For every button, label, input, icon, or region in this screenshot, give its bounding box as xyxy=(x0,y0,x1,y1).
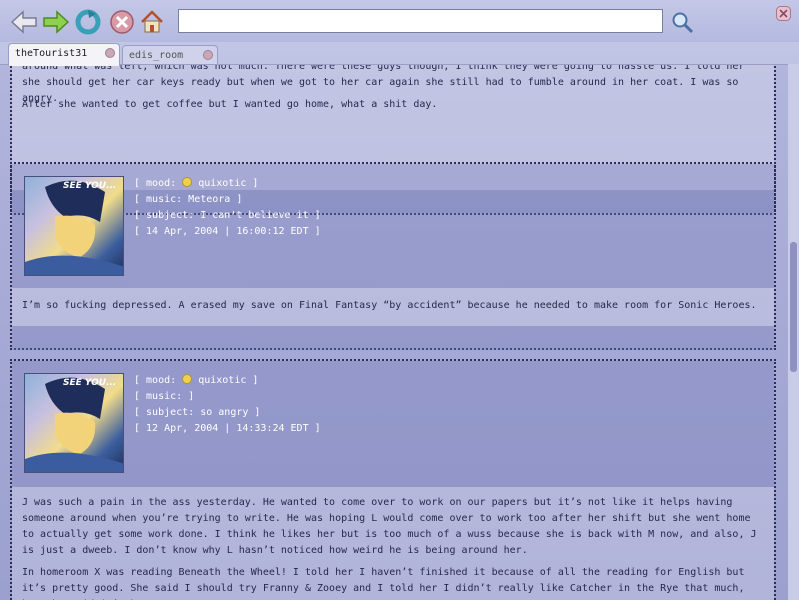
smiley-icon xyxy=(182,177,193,187)
entry-footer-band xyxy=(12,326,774,350)
entry-paragraph: In homeroom X was reading Beneath the Wh… xyxy=(22,567,745,600)
music-line: [ music: ] xyxy=(134,391,195,402)
smiley-icon xyxy=(182,374,193,384)
browser-toolbar xyxy=(0,0,799,42)
journal-entry: SEE YOU... [ mood: quixotic ] [ music: ]… xyxy=(10,359,776,600)
subject-line: [ subject: so angry ] xyxy=(134,407,261,418)
mood-line: [ mood: quixotic ] xyxy=(134,373,321,389)
date-line: [ 12 Apr, 2004 | 14:33:24 EDT ] xyxy=(134,423,321,434)
journal-entry: SEE YOU... [ mood: quixotic ] [ music: M… xyxy=(10,162,776,350)
url-input[interactable] xyxy=(178,9,663,33)
reload-icon[interactable] xyxy=(74,8,102,36)
music-line: [ music: Meteora ] xyxy=(134,194,243,205)
tab-close-icon[interactable] xyxy=(105,48,115,58)
entry-header-band xyxy=(12,361,774,487)
tab-thetourist31[interactable]: theTourist31 xyxy=(8,43,120,66)
tab-label: edis_room xyxy=(129,50,184,61)
entry-paragraph: I’m so fucking depressed. A erased my sa… xyxy=(22,300,757,311)
mood-value: quixotic ] xyxy=(198,375,259,386)
back-arrow-icon[interactable] xyxy=(10,8,38,36)
entry-header-band xyxy=(12,164,774,288)
subject-line: [ subject: I can't believe it ] xyxy=(134,210,321,221)
tab-bar: theTourist31 edis_room xyxy=(0,42,799,67)
home-icon[interactable] xyxy=(138,8,166,36)
avatar: SEE YOU... xyxy=(24,373,124,473)
entry-paragraph: After she wanted to get coffee but I wan… xyxy=(22,99,438,110)
entry-paragraph: J was such a pain in the ass yesterday. … xyxy=(22,497,757,556)
date-line: [ 14 Apr, 2004 | 16:00:12 EDT ] xyxy=(134,226,321,237)
mood-line: [ mood: quixotic ] xyxy=(134,176,321,192)
mood-label: [ mood: xyxy=(134,375,183,386)
entry-meta: [ mood: quixotic ] [ music: Meteora ] [ … xyxy=(134,176,321,240)
entry-meta: [ mood: quixotic ] [ music: ] [ subject:… xyxy=(134,373,321,437)
journal-content: around what was left, which was not much… xyxy=(0,64,788,600)
vertical-scrollbar[interactable] xyxy=(788,64,799,600)
avatar-caption: SEE YOU... xyxy=(63,181,117,191)
stop-icon[interactable] xyxy=(108,8,136,36)
tab-label: theTourist31 xyxy=(15,48,88,59)
avatar-caption: SEE YOU... xyxy=(63,378,117,388)
search-icon[interactable] xyxy=(668,8,696,36)
scrollbar-thumb[interactable] xyxy=(790,242,797,372)
close-icon[interactable] xyxy=(776,6,791,21)
tab-close-icon[interactable] xyxy=(203,50,213,60)
mood-value: quixotic ] xyxy=(198,178,259,189)
avatar: SEE YOU... xyxy=(24,176,124,276)
mood-label: [ mood: xyxy=(134,178,183,189)
forward-arrow-icon[interactable] xyxy=(42,8,70,36)
